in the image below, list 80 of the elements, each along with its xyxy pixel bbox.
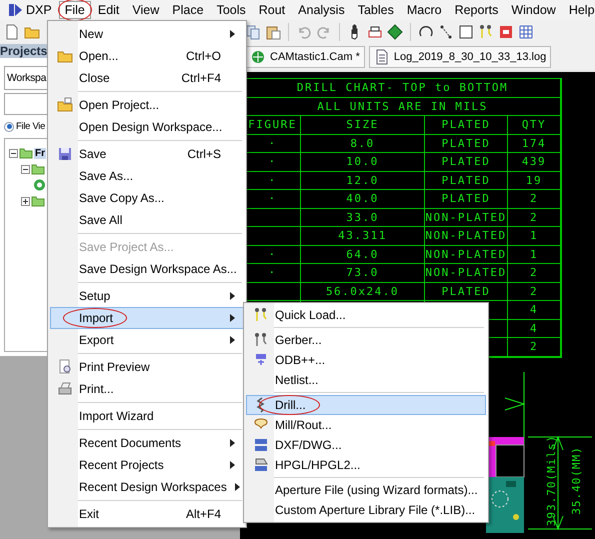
menu-item[interactable]: Close Ctrl+F4 [50, 67, 244, 89]
menu-item[interactable]: Save All [50, 209, 244, 231]
menu-item[interactable]: Recent Design Workspaces [50, 476, 244, 498]
menu-item[interactable]: Open Design Workspace... [50, 116, 244, 138]
dimension-label: 35.40(MM) [570, 446, 583, 515]
chart-cell: 2 [508, 282, 561, 301]
column-header: SIZE [301, 116, 425, 134]
chart-cell: PLATED [425, 190, 508, 208]
chart-cell: 2 [508, 338, 561, 356]
menu-title[interactable]: Tables [352, 1, 400, 19]
menu-item[interactable]: Drill... [246, 395, 486, 415]
menu-item[interactable]: HPGL/HPGL2... [246, 455, 486, 475]
menu-item[interactable]: Save Design Workspace As... [50, 258, 244, 280]
menu-item[interactable]: Setup [50, 285, 244, 307]
chart-cell: PLATED [425, 282, 508, 301]
menu-title[interactable]: View [126, 1, 166, 19]
menu-title[interactable]: Macro [400, 1, 448, 19]
menu-item[interactable]: Import Wizard [50, 405, 244, 427]
chart-cell: 1 [508, 227, 561, 246]
menu-item[interactable]: Gerber... [246, 330, 486, 350]
menu-item[interactable]: Import [50, 307, 244, 329]
chart-cell: PLATED [425, 172, 508, 190]
menu-title[interactable]: Help [562, 1, 595, 19]
menu-item[interactable]: Print... [50, 378, 244, 400]
menu-item[interactable]: Save Copy As... [50, 187, 244, 209]
column-header: PLATED [425, 116, 508, 134]
document-tab[interactable]: Log_2019_8_30_10_33_13.log [368, 46, 552, 68]
chart-cell: 2 [508, 208, 561, 227]
menu-item[interactable]: Open Project... [50, 94, 244, 116]
chart-cell: NON-PLATED [425, 208, 508, 227]
chart-cell: 43.311 [301, 227, 425, 246]
chart-cell: 2 [508, 190, 561, 208]
chart-cell: 40.0 [301, 190, 425, 208]
menu-title[interactable]: Reports [448, 1, 504, 19]
chart-cell: 1 [508, 246, 561, 264]
menu-item[interactable]: Netlist... [246, 370, 486, 390]
chart-cell: 56.0x24.0 [301, 282, 425, 301]
menu-item[interactable]: ODB++... [246, 350, 486, 370]
menu-title[interactable]: Edit [92, 1, 126, 19]
chart-cell: 4 [508, 320, 561, 338]
menu-item[interactable]: Custom Aperture Library File (*.LIB)... [246, 500, 486, 520]
menu-title[interactable]: Window [505, 1, 562, 19]
chart-cell: 8.0 [301, 134, 425, 153]
menu-item[interactable]: DXF/DWG... [246, 435, 486, 455]
app-menu[interactable]: DXP [2, 1, 58, 19]
menu-title[interactable]: Place [166, 1, 210, 19]
chart-cell: PLATED [425, 153, 508, 172]
menu-item[interactable]: Save As... [50, 165, 244, 187]
menu-item[interactable]: Save Ctrl+S [50, 143, 244, 165]
menu-item[interactable]: Export [50, 329, 244, 351]
menu-item[interactable]: Aperture File (using Wizard formats)... [246, 480, 486, 500]
chart-cell: 33.0 [301, 208, 425, 227]
menu-item[interactable]: Recent Projects [50, 454, 244, 476]
menu-item[interactable]: Mill/Rout... [246, 415, 486, 435]
chart-cell: 64.0 [301, 246, 425, 264]
menu-title[interactable]: Tools [210, 1, 252, 19]
radio-label: File Vie [16, 121, 46, 132]
dimension-label: 393.70(Mils) [545, 434, 558, 526]
chart-cell: NON-PLATED [425, 246, 508, 264]
chart-cell: PLATED [425, 134, 508, 153]
chart-cell: 73.0 [301, 264, 425, 282]
chart-cell: 19 [508, 172, 561, 190]
chart-cell: 10.0 [301, 153, 425, 172]
menu-title[interactable]: File [58, 1, 91, 19]
chart-cell: 12.0 [301, 172, 425, 190]
menu-item[interactable]: Print Preview [50, 356, 244, 378]
menu-item[interactable]: Quick Load... [246, 305, 486, 325]
chart-cell: 2 [508, 264, 561, 282]
column-header: QTY [508, 116, 561, 134]
chart-cell: NON-PLATED [425, 264, 508, 282]
document-tab[interactable]: CAMtastic1.Cam * [245, 46, 365, 68]
chart-cell: 174 [508, 134, 561, 153]
menu-item[interactable]: Exit Alt+F4 [50, 503, 244, 525]
chart-cell: NON-PLATED [425, 227, 508, 246]
menu-item[interactable]: Recent Documents [50, 432, 244, 454]
menu-title[interactable]: Analysis [292, 1, 351, 19]
chart-cell: 439 [508, 153, 561, 172]
menu-title[interactable]: Rout [252, 1, 292, 19]
tree-item[interactable]: Fr [34, 148, 46, 158]
chart-cell: 4 [508, 301, 561, 320]
